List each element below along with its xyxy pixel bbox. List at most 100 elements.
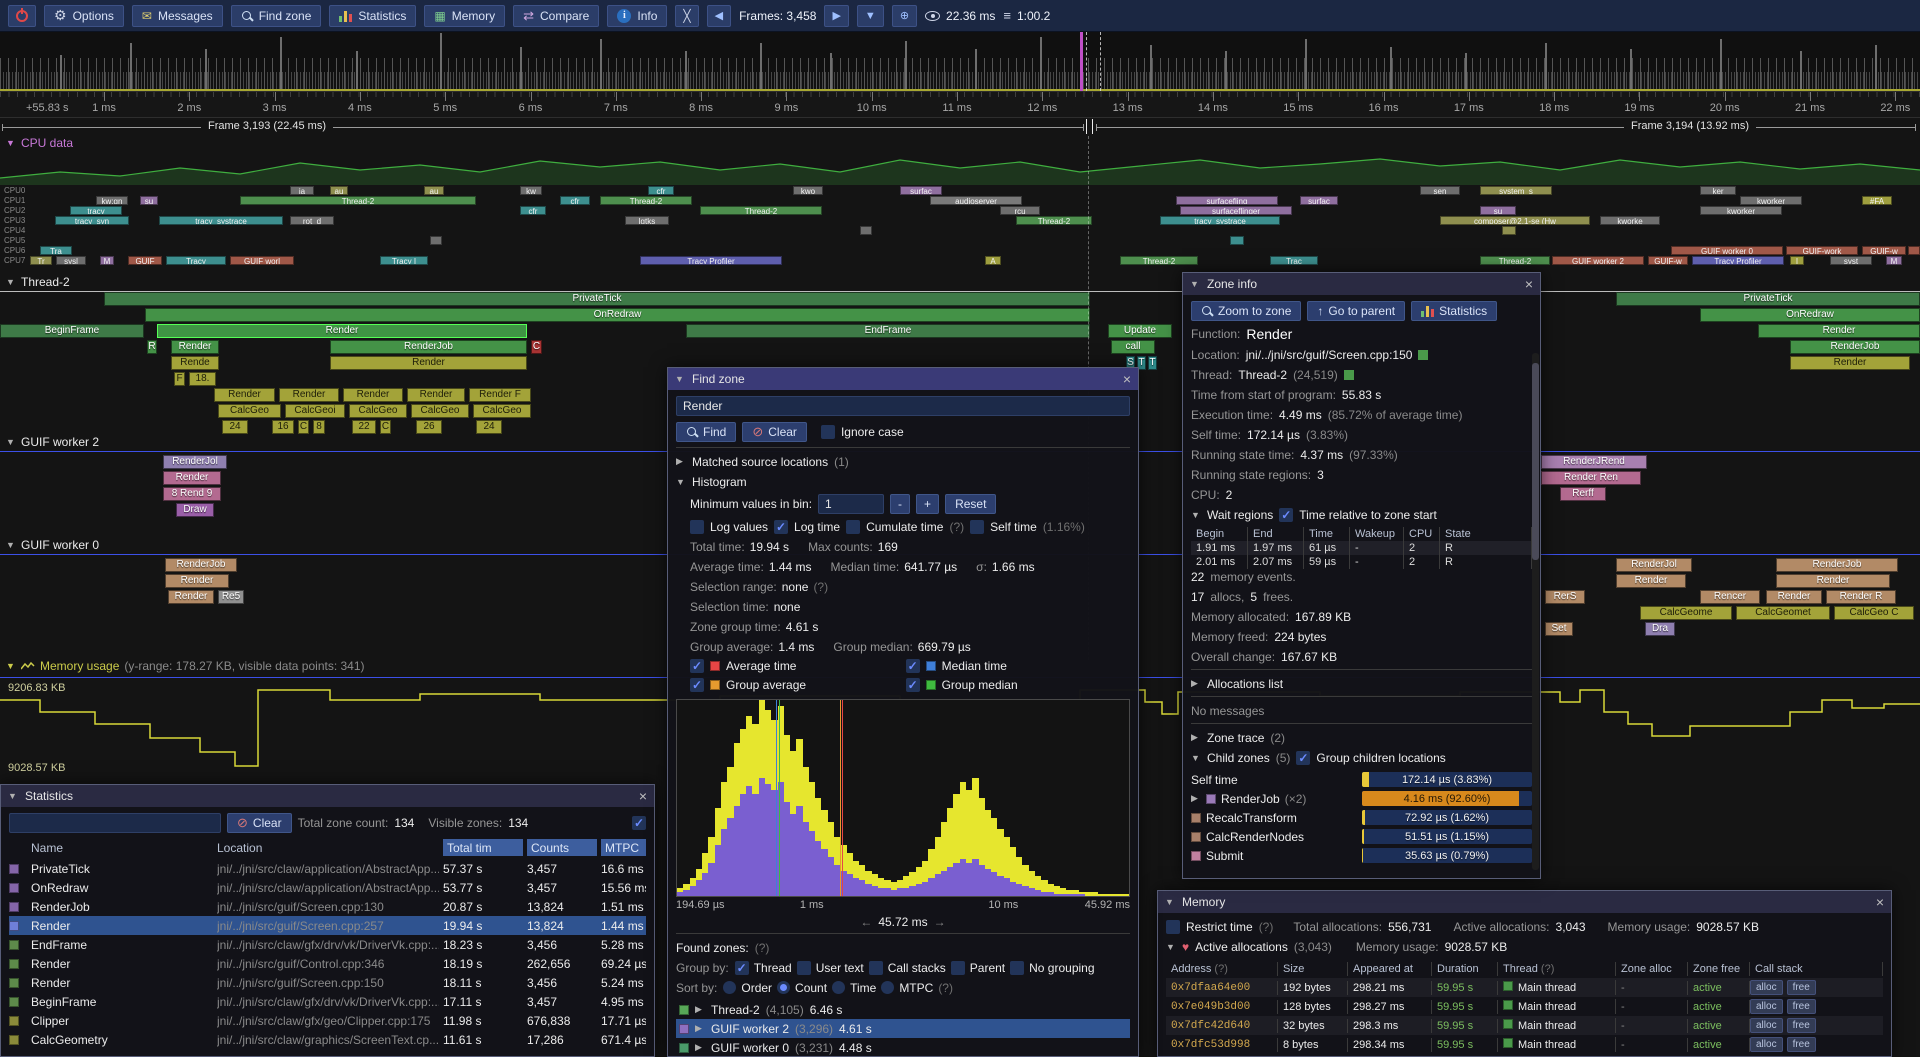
timeline-zone[interactable]: CalcGeo	[411, 404, 469, 418]
timeline-zone[interactable]: Render	[330, 356, 527, 370]
timeline-zone[interactable]: CalcGeo	[218, 404, 281, 418]
statistics-row[interactable]: PrivateTickjni/../jni/src/claw/applicati…	[9, 859, 646, 878]
frame-markers[interactable]: Frame 3,193 (22.45 ms)Frame 3,194 (13.92…	[0, 118, 1920, 136]
expand-icon[interactable]: ▶	[695, 1004, 705, 1015]
cpu-zone[interactable]: sen	[1420, 186, 1460, 195]
timeline-zone[interactable]: Re5	[218, 590, 244, 604]
cpu-zone[interactable]: su	[140, 196, 158, 205]
column-header-total-tim[interactable]: Total tim	[443, 839, 523, 856]
timeline-zone[interactable]: 26	[416, 420, 442, 434]
statistics-row[interactable]: Renderjni/../jni/src/guif/Control.cpp:34…	[9, 954, 646, 973]
wait-column-begin[interactable]: Begin	[1191, 527, 1248, 541]
collapse-icon[interactable]: ▼	[1165, 897, 1175, 907]
cpu-zone[interactable]: kworke	[1600, 216, 1660, 225]
wait-column-wakeup[interactable]: Wakeup	[1350, 527, 1404, 541]
timeline-zone[interactable]: OnRedraw	[145, 308, 1090, 322]
timeline-zone[interactable]: Update	[1108, 324, 1172, 338]
memory-titlebar[interactable]: ▼ Memory ×	[1158, 891, 1891, 913]
cpu-zone[interactable]: tracy	[70, 206, 122, 215]
timeline-zone[interactable]: CalcGeome	[1640, 606, 1732, 620]
cpu-zone[interactable]: Tra	[40, 246, 72, 255]
timeline-zone[interactable]: Render R	[1826, 590, 1896, 604]
tools-button[interactable]: ╳	[675, 5, 698, 27]
wait-column-time[interactable]: Time	[1304, 527, 1350, 541]
memory-usage-header[interactable]: ▼ Memory usage (y-range: 178.27 KB, visi…	[6, 659, 365, 673]
zone-group-row[interactable]: ▶Thread-2(4,105)6.46 s	[676, 1000, 1130, 1019]
cpu-zone[interactable]	[430, 236, 442, 245]
cpu-zone[interactable]: Trac	[1270, 256, 1318, 265]
timeline-zone[interactable]: Render	[1766, 590, 1822, 604]
cpu-zone[interactable]: au	[424, 186, 444, 195]
timeline-zone[interactable]: RenderJob	[1776, 558, 1898, 572]
cpu-zone[interactable]: Thread-2	[1016, 216, 1092, 225]
cpu-zone[interactable]: tracy_systrace	[1160, 216, 1280, 225]
collapse-icon[interactable]: ▼	[676, 477, 686, 487]
time-relative-checkbox[interactable]	[1279, 508, 1293, 522]
cpu-zone[interactable]: GUIF worker 2	[1552, 256, 1644, 265]
timeline-zone[interactable]: C	[380, 420, 391, 434]
timeline-zone[interactable]: 18.	[189, 372, 216, 386]
column-header-name[interactable]: Name	[31, 841, 213, 855]
timeline-zone[interactable]: 22	[352, 420, 376, 434]
statistics-row[interactable]: OnRedrawjni/../jni/src/claw/application/…	[9, 878, 646, 897]
cpu-zone[interactable]: audioserver	[930, 196, 1022, 205]
timeline-zone[interactable]: Render	[171, 340, 219, 354]
cpu-zone[interactable]: Thread-2	[1480, 256, 1550, 265]
prev-frame-button[interactable]: ◀	[707, 5, 731, 27]
collapse-icon[interactable]: ▼	[1191, 510, 1201, 520]
legend-checkbox[interactable]	[690, 659, 704, 673]
timeline-zone[interactable]: F	[174, 372, 185, 386]
column-header-appeared-at[interactable]: Appeared at	[1348, 962, 1432, 976]
timeline-zone[interactable]: T	[1148, 356, 1157, 370]
timeline-zone[interactable]: call	[1111, 340, 1155, 354]
timeline-zone[interactable]: CalcGeo C	[1834, 606, 1914, 620]
timeline-zone[interactable]: RenderJRend	[1541, 455, 1647, 469]
toolbar-button-find-zone[interactable]: Find zone	[231, 5, 322, 27]
cpu-zone[interactable]: kw	[520, 186, 542, 195]
toolbar-button-options[interactable]: Options	[44, 5, 124, 27]
allocation-row[interactable]: 0x7dfaa64e00192 bytes298.21 ms59.95 sMai…	[1166, 978, 1883, 997]
cpu-zone[interactable]: lgtks	[625, 216, 669, 225]
wait-region-row[interactable]: 1.91 ms1.97 ms61 µs-2R	[1191, 541, 1532, 555]
cpu-zone[interactable]: surfac	[1300, 196, 1338, 205]
timeline-zone[interactable]: Render	[1758, 324, 1920, 338]
cumulate-time-checkbox[interactable]	[846, 520, 860, 534]
toolbar-button-statistics[interactable]: Statistics	[329, 5, 416, 27]
call-stack-alloc-button[interactable]: alloc	[1750, 980, 1783, 995]
help-icon[interactable]: (?)	[1541, 963, 1554, 975]
timeline-zone[interactable]: Render	[343, 388, 403, 402]
call-stack-alloc-button[interactable]: alloc	[1750, 1018, 1783, 1033]
timeline-zone[interactable]: Rende	[171, 356, 219, 370]
child-zone-row[interactable]: Submit35.63 µs (0.79%)	[1191, 846, 1532, 865]
statistics-mode-checkbox[interactable]	[632, 816, 646, 830]
cpu-zone[interactable]: sysl	[56, 256, 86, 265]
wait-column-end[interactable]: End	[1248, 527, 1304, 541]
timeline-zone[interactable]: Render	[1776, 574, 1890, 588]
cpu-zone[interactable]: Tracy Profiler	[640, 256, 782, 265]
scrollbar-thumb[interactable]	[1532, 363, 1539, 559]
matched-locations-header[interactable]: ▶Matched source locations(1)	[676, 454, 1130, 469]
collapse-icon[interactable]: ▼	[6, 661, 16, 671]
cpu-zone[interactable]: ker	[1700, 186, 1736, 195]
cpu-zone[interactable]: GUIF worker 0	[1671, 246, 1783, 255]
group-by-user-text[interactable]	[797, 961, 811, 975]
cpu-zone[interactable]: cfr	[648, 186, 674, 195]
timeline-zone[interactable]: 16	[272, 420, 294, 434]
cpu-zone[interactable]: surfac	[900, 186, 942, 195]
timeline-zone[interactable]: Render	[168, 590, 214, 604]
wait-column-cpu[interactable]: CPU	[1404, 527, 1440, 541]
allocations-table-header[interactable]: Address (?)SizeAppeared atDurationThread…	[1166, 959, 1883, 978]
zone-info-titlebar[interactable]: ▼ Zone info ×	[1183, 273, 1540, 295]
timeline-zone[interactable]: Set	[1545, 622, 1573, 636]
sort-by-count[interactable]	[777, 981, 790, 994]
group-by-no-grouping[interactable]	[1010, 961, 1024, 975]
child-zone-row[interactable]: CalcRenderNodes51.51 µs (1.15%)	[1191, 827, 1532, 846]
collapse-icon[interactable]: ▼	[8, 791, 18, 801]
group-children-checkbox[interactable]	[1296, 751, 1310, 765]
cpu-zone[interactable]: #FA	[1862, 196, 1892, 205]
timeline-zone[interactable]: PrivateTick	[104, 292, 1090, 306]
column-header-duration[interactable]: Duration	[1432, 962, 1498, 976]
find-button[interactable]: Find	[676, 422, 736, 442]
restrict-time-checkbox[interactable]	[1166, 920, 1180, 934]
timeline-zone[interactable]: Render	[1616, 574, 1686, 588]
